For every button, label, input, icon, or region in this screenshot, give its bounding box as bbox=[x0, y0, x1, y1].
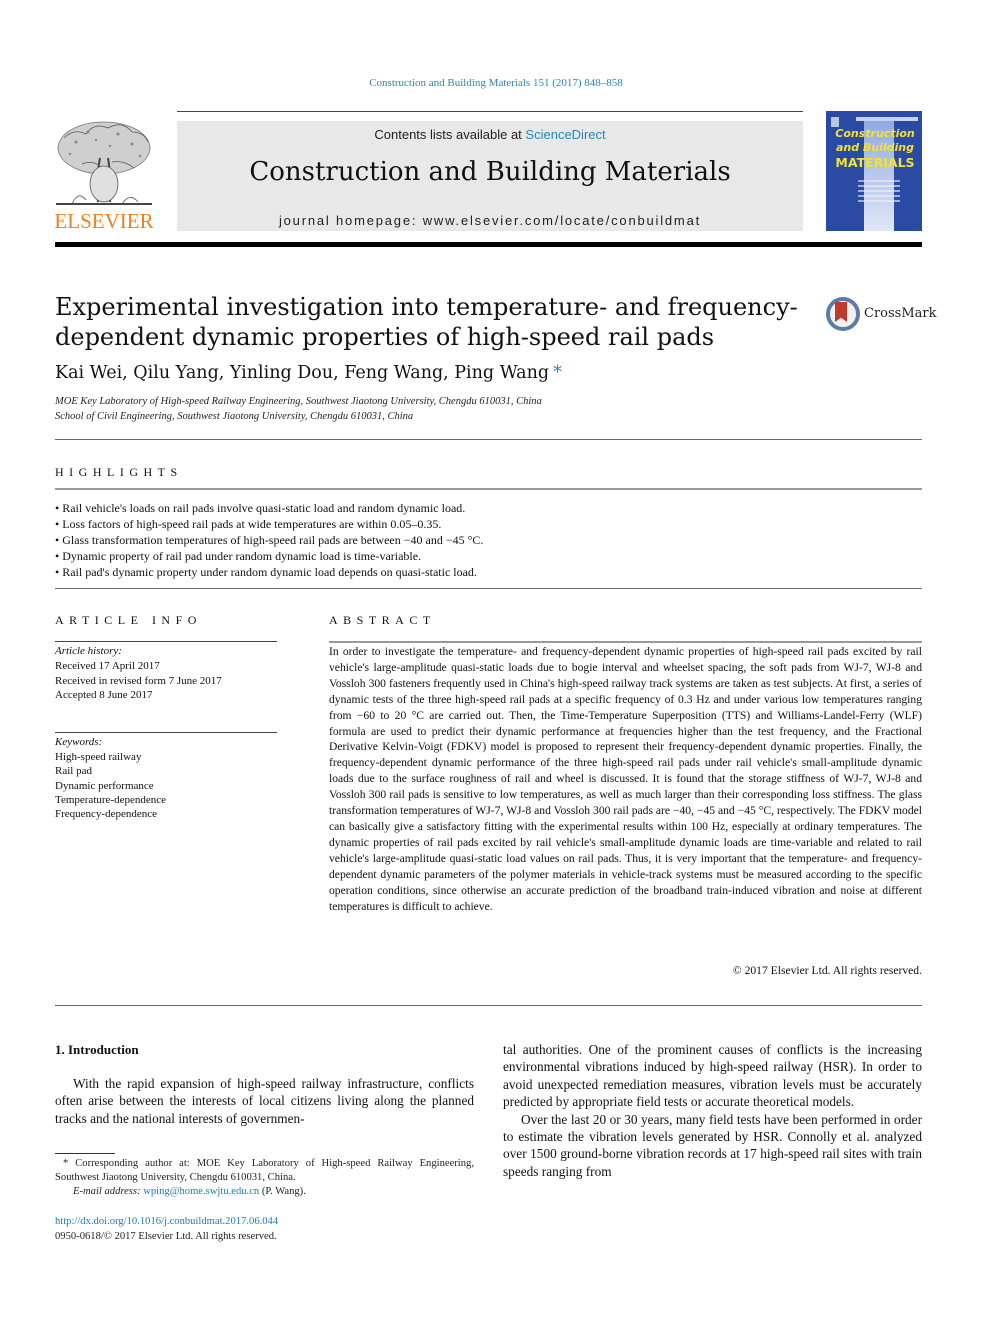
highlight-item: Dynamic property of rail pad under rando… bbox=[55, 548, 922, 564]
homepage-link[interactable]: www.elsevier.com/locate/conbuildmat bbox=[423, 213, 701, 228]
homepage-label: journal homepage: bbox=[278, 213, 418, 228]
divider bbox=[55, 732, 277, 733]
highlight-item: Loss factors of high-speed rail pads at … bbox=[55, 516, 922, 532]
journal-cover-image[interactable]: Construction and Building MATERIALS bbox=[826, 111, 922, 231]
abstract-heading: ABSTRACT bbox=[329, 613, 436, 627]
article-history-list: Received 17 April 2017 Received in revis… bbox=[55, 659, 222, 703]
divider bbox=[55, 588, 922, 589]
email-suffix: (P. Wang). bbox=[261, 1186, 306, 1197]
contents-line: Contents lists available at ScienceDirec… bbox=[177, 127, 803, 142]
divider bbox=[55, 641, 277, 642]
cover-topbar bbox=[856, 117, 918, 121]
contents-prefix: Contents lists available at bbox=[374, 127, 522, 142]
header-thick-rule bbox=[55, 242, 922, 247]
highlight-item: Glass transformation temperatures of hig… bbox=[55, 532, 922, 548]
journal-name: Construction and Building Materials bbox=[249, 157, 731, 187]
divider bbox=[55, 1005, 922, 1006]
keyword: Rail pad bbox=[55, 765, 92, 778]
abstract-copyright: © 2017 Elsevier Ltd. All rights reserved… bbox=[732, 964, 922, 977]
corresponding-author-link[interactable]: * bbox=[553, 363, 562, 383]
author-list: Kai Wei, Qilu Yang, Yinling Dou, Feng Wa… bbox=[55, 363, 562, 383]
cover-title-materials: MATERIALS bbox=[835, 155, 915, 170]
highlights-list: Rail vehicle's loads on rail pads involv… bbox=[55, 500, 922, 580]
journal-citation[interactable]: Construction and Building Materials 151 … bbox=[0, 77, 992, 89]
section-heading-introduction: 1. Introduction bbox=[55, 1042, 139, 1057]
keyword: Temperature-dependence bbox=[55, 793, 166, 806]
article-info-heading: ARTICLE INFO bbox=[55, 613, 202, 627]
cover-title-line: Construction bbox=[835, 127, 915, 140]
cover-logo-icon bbox=[831, 117, 839, 127]
keyword: High-speed railway bbox=[55, 751, 142, 763]
footnote-rule bbox=[55, 1153, 115, 1154]
elsevier-logo[interactable]: ELSEVIER bbox=[52, 118, 156, 234]
elsevier-tree-icon bbox=[56, 121, 152, 205]
crossmark-button[interactable]: CrossMark bbox=[826, 297, 936, 333]
journal-homepage: journal homepage: www.elsevier.com/locat… bbox=[177, 213, 803, 228]
body-paragraph: With the rapid expansion of high-speed r… bbox=[55, 1076, 474, 1126]
article-history-label: Article history: bbox=[55, 645, 122, 657]
divider bbox=[55, 488, 922, 490]
issn-copyright: 0950-0618/© 2017 Elsevier Ltd. All right… bbox=[55, 1231, 277, 1242]
highlight-item: Rail vehicle's loads on rail pads involv… bbox=[55, 500, 922, 516]
journal-header-box: Contents lists available at ScienceDirec… bbox=[177, 121, 803, 231]
keyword: Frequency-dependence bbox=[55, 808, 158, 821]
authors: Kai Wei, Qilu Yang, Yinling Dou, Feng Wa… bbox=[55, 363, 550, 383]
sciencedirect-link[interactable]: ScienceDirect bbox=[525, 127, 605, 142]
body-column-left: With the rapid expansion of high-speed r… bbox=[55, 1075, 474, 1127]
cover-subtitle-lines bbox=[858, 177, 900, 205]
cover-title-line: and Building bbox=[835, 141, 915, 154]
cover-title: Construction and Building bbox=[830, 127, 920, 155]
elsevier-wordmark: ELSEVIER bbox=[54, 209, 154, 233]
body-column-right: tal authorities. One of the prominent ca… bbox=[503, 1041, 922, 1180]
email-label: E-mail address: bbox=[73, 1186, 141, 1197]
divider bbox=[329, 641, 922, 643]
highlight-item: Rail pad's dynamic property under random… bbox=[55, 564, 922, 580]
affiliation: School of Civil Engineering, Southwest J… bbox=[55, 411, 414, 422]
history-item: Received 17 April 2017 bbox=[55, 660, 160, 672]
keyword: Dynamic performance bbox=[55, 779, 154, 792]
keywords-list: High-speed railway Rail pad Dynamic perf… bbox=[55, 750, 166, 821]
body-paragraph: Over the last 20 or 30 years, many field… bbox=[503, 1111, 922, 1179]
abstract-text: In order to investigate the temperature-… bbox=[329, 645, 922, 913]
history-item: Accepted 8 June 2017 bbox=[55, 689, 153, 701]
affiliation: MOE Key Laboratory of High-speed Railway… bbox=[55, 396, 542, 407]
corresponding-author-footnote: * Corresponding author at: MOE Key Labor… bbox=[55, 1158, 474, 1184]
email-link[interactable]: wping@home.swjtu.edu.cn bbox=[143, 1186, 259, 1197]
history-item: Received in revised form 7 June 2017 bbox=[55, 674, 222, 687]
divider bbox=[55, 439, 922, 440]
keywords-label: Keywords: bbox=[55, 736, 103, 748]
body-paragraph: tal authorities. One of the prominent ca… bbox=[503, 1042, 922, 1110]
header-rule bbox=[177, 111, 803, 112]
highlights-heading: HIGHLIGHTS bbox=[55, 465, 183, 479]
email-line: E-mail address: wping@home.swjtu.edu.cn … bbox=[55, 1186, 306, 1197]
article-title: Experimental investigation into temperat… bbox=[55, 293, 798, 351]
crossmark-label: CrossMark bbox=[864, 306, 937, 321]
doi-link[interactable]: http://dx.doi.org/10.1016/j.conbuildmat.… bbox=[55, 1216, 278, 1227]
